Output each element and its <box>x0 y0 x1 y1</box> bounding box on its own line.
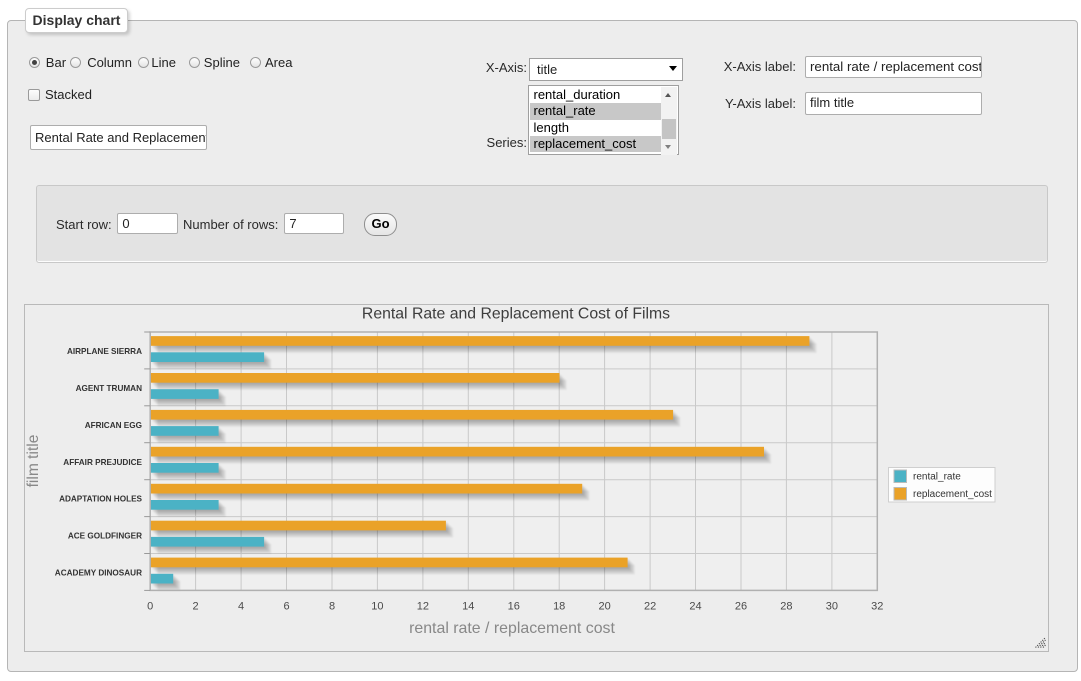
svg-text:4: 4 <box>238 601 244 613</box>
svg-text:film title: film title <box>25 435 42 488</box>
svg-text:10: 10 <box>371 601 383 613</box>
svg-text:Rental Rate and Replacement Co: Rental Rate and Replacement Cost of Film… <box>362 306 670 323</box>
svg-text:14: 14 <box>462 601 474 613</box>
svg-text:26: 26 <box>735 601 747 613</box>
svg-text:28: 28 <box>780 601 792 613</box>
svg-text:rental_rate: rental_rate <box>913 472 961 483</box>
svg-text:0: 0 <box>147 601 153 613</box>
svg-text:ACADEMY DINOSAUR: ACADEMY DINOSAUR <box>55 569 142 578</box>
svg-text:AGENT TRUMAN: AGENT TRUMAN <box>76 384 142 393</box>
svg-text:32: 32 <box>871 601 883 613</box>
svg-text:22: 22 <box>644 601 656 613</box>
svg-text:replacement_cost: replacement_cost <box>913 489 992 500</box>
svg-text:20: 20 <box>598 601 610 613</box>
svg-text:AFRICAN EGG: AFRICAN EGG <box>85 421 142 430</box>
svg-text:rental rate / replacement cost: rental rate / replacement cost <box>409 620 615 637</box>
svg-text:AIRPLANE SIERRA: AIRPLANE SIERRA <box>67 347 142 356</box>
svg-text:16: 16 <box>508 601 520 613</box>
svg-text:8: 8 <box>329 601 335 613</box>
svg-text:ACE GOLDFINGER: ACE GOLDFINGER <box>68 532 142 541</box>
svg-text:6: 6 <box>283 601 289 613</box>
svg-text:30: 30 <box>826 601 838 613</box>
svg-text:24: 24 <box>689 601 701 613</box>
svg-text:12: 12 <box>417 601 429 613</box>
svg-text:18: 18 <box>553 601 565 613</box>
svg-text:ADAPTATION HOLES: ADAPTATION HOLES <box>59 495 142 504</box>
svg-text:AFFAIR PREJUDICE: AFFAIR PREJUDICE <box>63 458 142 467</box>
svg-text:2: 2 <box>193 601 199 613</box>
